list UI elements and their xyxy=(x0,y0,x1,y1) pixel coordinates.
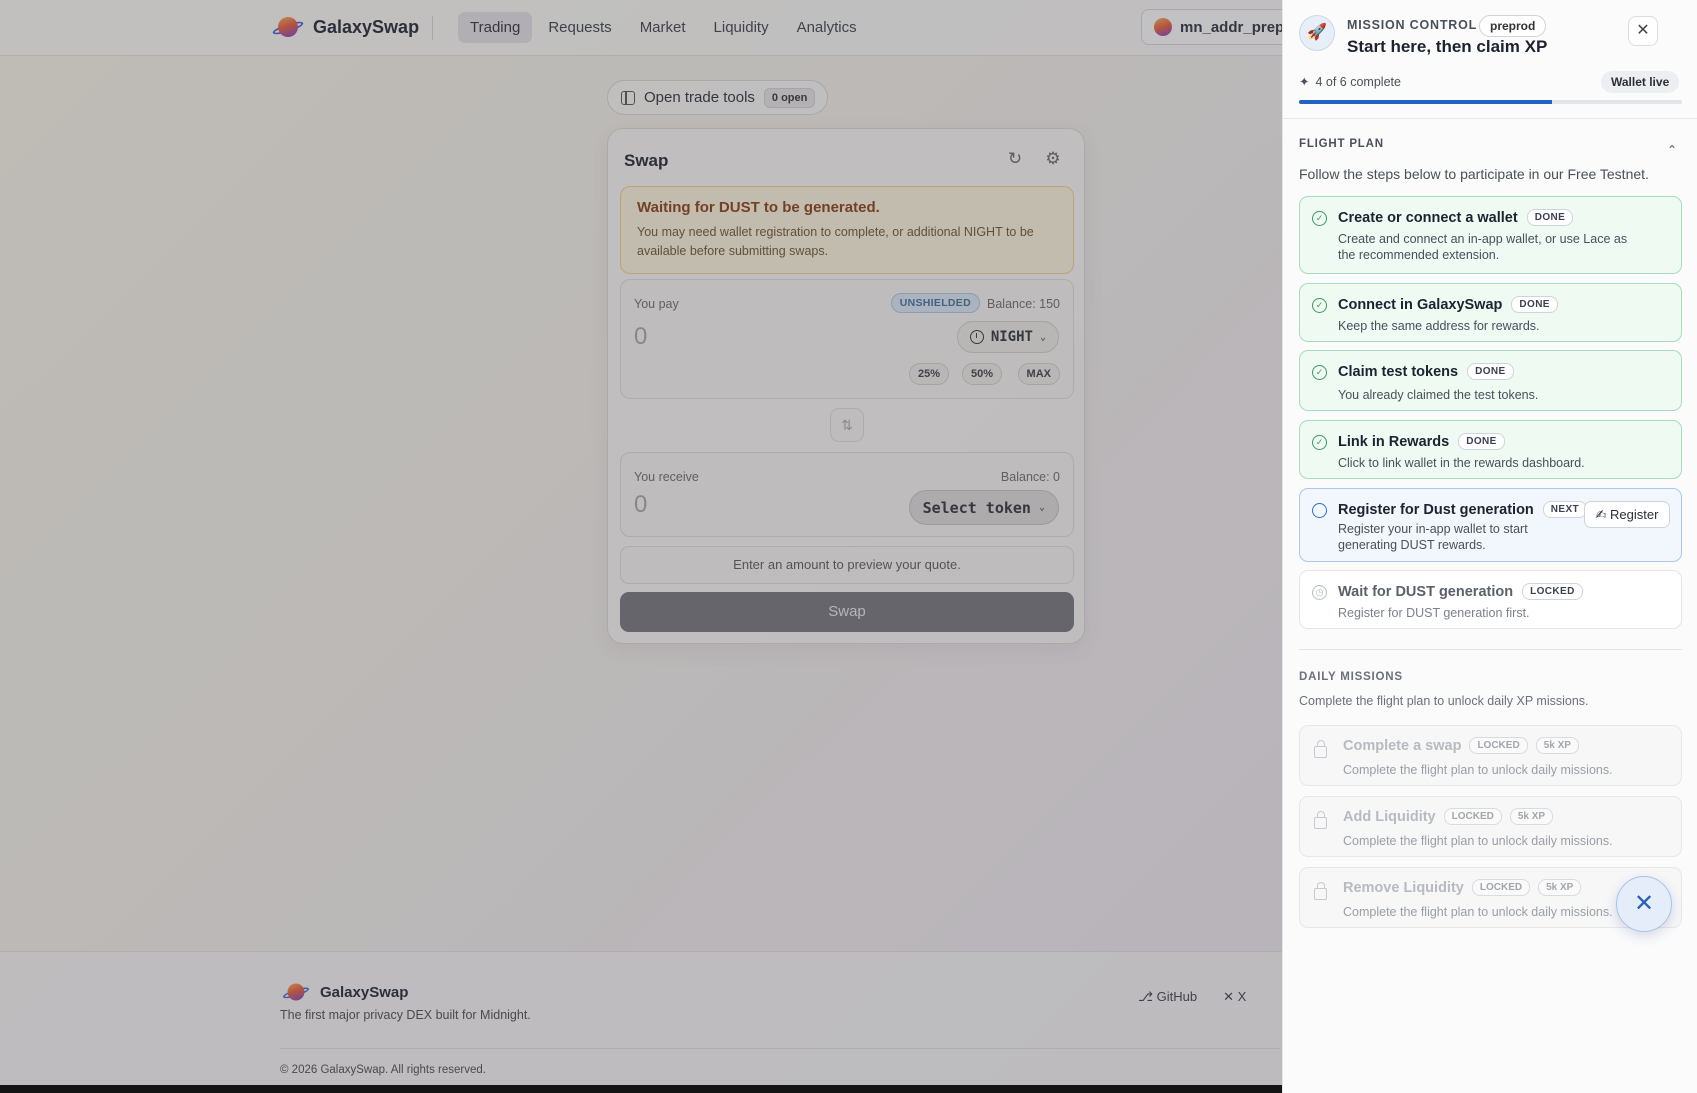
step-link-rewards[interactable]: ✓ Link in Rewards DONE Click to link wall… xyxy=(1299,420,1682,479)
step-desc: Register your in-app wallet to start gen… xyxy=(1338,522,1528,552)
step-claim-test-tokens[interactable]: ✓ Claim test tokens DONE You already clai… xyxy=(1299,350,1682,411)
panel-divider xyxy=(1283,118,1697,119)
rocket-icon: 🚀 xyxy=(1299,15,1335,51)
step-desc: Create and connect an in-app wallet, or … xyxy=(1338,232,1628,262)
step-title: Create or connect a wallet xyxy=(1338,209,1518,226)
status-badge: LOCKED xyxy=(1471,879,1531,896)
mission-add-liquidity: Add Liquidity LOCKED 5k XP Complete the fl… xyxy=(1299,796,1682,857)
close-icon: ✕ xyxy=(1633,890,1655,917)
progress-bar-fill xyxy=(1299,100,1552,104)
flight-plan-subtitle: Follow the steps below to participate in… xyxy=(1299,166,1649,182)
mission-desc: Complete the flight plan to unlock daily… xyxy=(1343,834,1613,848)
panel-title: Start here, then claim XP xyxy=(1347,37,1548,56)
clock-icon: ◷ xyxy=(1312,585,1327,600)
lock-icon xyxy=(1314,740,1327,758)
step-title: Connect in GalaxySwap xyxy=(1338,296,1503,313)
wallet-status-badge: Wallet live xyxy=(1601,71,1680,93)
lock-icon xyxy=(1314,811,1327,829)
daily-missions-subtitle: Complete the flight plan to unlock daily… xyxy=(1299,694,1589,708)
status-badge: NEXT xyxy=(1542,501,1588,518)
xp-badge: 5k XP xyxy=(1538,879,1582,896)
lock-icon xyxy=(1314,882,1327,900)
step-connect-galaxyswap[interactable]: ✓ Connect in GalaxySwap DONE Keep the sam… xyxy=(1299,283,1682,342)
check-circle-icon: ✓ xyxy=(1312,211,1327,226)
step-wait-dust: ◷ Wait for DUST generation LOCKED Registe… xyxy=(1299,570,1682,629)
status-badge: LOCKED xyxy=(1469,737,1528,754)
step-title: Claim test tokens xyxy=(1338,363,1459,380)
step-desc: Keep the same address for rewards. xyxy=(1338,319,1540,333)
mission-title: Complete a swap xyxy=(1343,737,1462,754)
step-title: Link in Rewards xyxy=(1338,433,1450,450)
daily-missions-heading: DAILY MISSIONS xyxy=(1299,671,1403,683)
status-badge: DONE xyxy=(1526,209,1574,226)
status-badge: DONE xyxy=(1511,296,1558,313)
signature-icon: ✍ xyxy=(1595,507,1611,522)
empty-circle-icon xyxy=(1312,503,1327,518)
step-register-dust[interactable]: Register for Dust generation NEXT Registe… xyxy=(1299,488,1682,562)
close-icon: ✕ xyxy=(1636,22,1650,39)
step-desc: Click to link wallet in the rewards dash… xyxy=(1338,456,1585,470)
check-circle-icon: ✓ xyxy=(1312,298,1327,313)
status-badge: LOCKED xyxy=(1443,808,1502,825)
register-label: Register xyxy=(1610,507,1659,522)
xp-badge: 5k XP xyxy=(1509,808,1554,825)
step-create-wallet[interactable]: ✓ Create or connect a wallet DONE Create … xyxy=(1299,196,1682,274)
window-bottom-edge xyxy=(0,1085,1283,1093)
xp-badge: 5k XP xyxy=(1535,737,1579,754)
register-button[interactable]: ✍ Register xyxy=(1584,501,1670,528)
progress-bar xyxy=(1299,100,1682,104)
sparkle-icon: ✦ xyxy=(1299,75,1310,89)
mission-desc: Complete the flight plan to unlock daily… xyxy=(1343,905,1613,919)
step-title: Register for Dust generation xyxy=(1338,501,1534,518)
section-divider xyxy=(1299,649,1682,650)
status-badge: LOCKED xyxy=(1522,583,1583,600)
step-desc: You already claimed the test tokens. xyxy=(1338,388,1539,402)
status-badge: DONE xyxy=(1467,363,1514,380)
mission-complete-swap: Complete a swap LOCKED 5k XP Complete the … xyxy=(1299,725,1682,786)
mission-title: Remove Liquidity xyxy=(1343,879,1464,896)
env-badge: preprod xyxy=(1479,15,1547,37)
mission-desc: Complete the flight plan to unlock daily… xyxy=(1343,763,1613,777)
modal-backdrop[interactable] xyxy=(0,0,1283,1093)
status-badge: DONE xyxy=(1458,433,1505,450)
progress-summary: ✦ 4 of 6 complete xyxy=(1299,74,1401,90)
panel-kicker: MISSION CONTROL xyxy=(1347,18,1478,32)
flight-plan-heading: FLIGHT PLAN xyxy=(1299,138,1384,150)
chevron-up-icon[interactable]: ⌃ xyxy=(1667,143,1677,157)
check-circle-icon: ✓ xyxy=(1312,435,1327,450)
step-desc: Register for DUST generation first. xyxy=(1338,606,1530,620)
close-panel-button[interactable]: ✕ xyxy=(1628,16,1658,46)
mission-title: Add Liquidity xyxy=(1343,808,1436,825)
progress-text: 4 of 6 complete xyxy=(1315,74,1401,89)
step-title: Wait for DUST generation xyxy=(1338,583,1514,600)
close-mission-control-fab[interactable]: ✕ xyxy=(1616,876,1672,932)
check-circle-icon: ✓ xyxy=(1312,365,1327,380)
